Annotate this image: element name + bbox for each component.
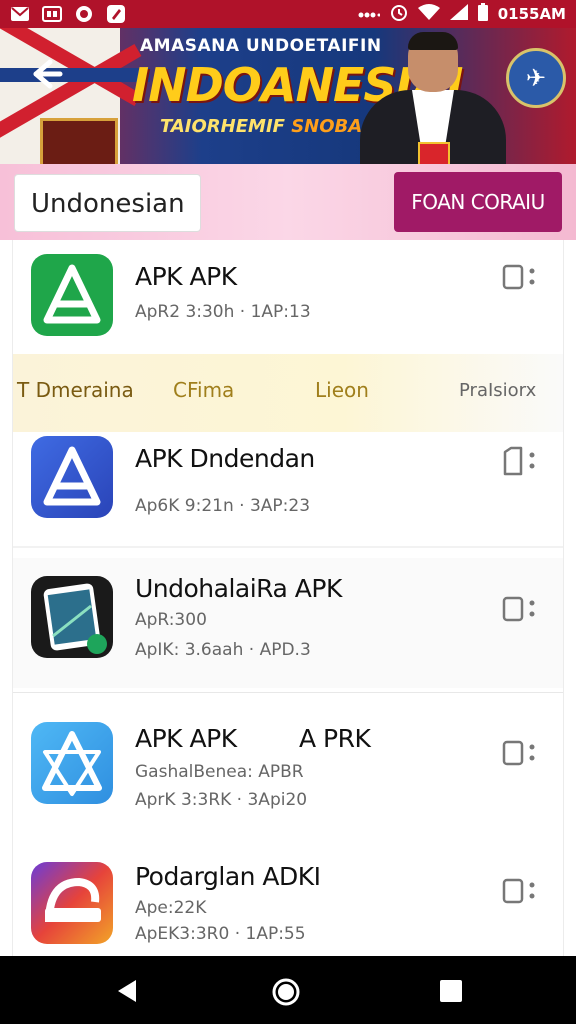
emblem-icon: ✈ [506,48,566,108]
app-meta-secondary: AprK 3:3RK · 3Api20 [135,790,308,810]
navigation-bar [0,956,576,1024]
app-title-extra: A PRK [299,724,371,753]
more-options-icon[interactable] [501,738,541,768]
tab-praisiorx[interactable]: PraIsiorx [459,380,536,401]
more-options-icon[interactable] [501,594,541,624]
battery-icon [477,3,488,25]
tab-lieon[interactable]: Lieon [315,378,369,402]
more-options-icon[interactable] [501,446,541,476]
app-meta: ApR2 3:30h · 1AP:13 [135,302,311,322]
divider [13,692,563,693]
app-list: APK APK ApR2 3:30h · 1AP:13 T Dmeraina C… [12,240,564,956]
status-right-icons: 0155AM [358,3,566,25]
app-meta-secondary: ApIK: 3.6aah · APD.3 [135,640,311,660]
alarm-icon [390,3,408,25]
action-button[interactable]: FOAN CORAIU [394,172,562,232]
tab-cfima[interactable]: CFima [173,378,234,402]
tab-dmeraina[interactable]: T Dmeraina [17,378,134,402]
record-icon [74,5,94,23]
tablet-app-icon [31,576,113,658]
list-item[interactable]: UndohalaiRa APK ApR:300 ApIK: 3.6aah · A… [13,558,563,688]
promo-banner[interactable]: AMASANA UNDOETAIFIN INDOANESIAI TAIORHEM… [0,28,576,164]
list-item[interactable]: APK APK ApR2 3:30h · 1AP:13 [13,240,563,360]
treasure-box-decoration [40,118,118,164]
app-title: UndohalaiRa APK [135,574,342,603]
app-meta-secondary: ApEK3:3R0 · 1AP:55 [135,924,306,944]
app-logo-light-blue-a-icon [31,722,113,804]
app-meta: Ape:22K [135,898,207,918]
wifi-icon [417,4,440,24]
status-bar: 0155AM [0,0,576,28]
search-row: Undonesian FOAN CORAIU [0,164,576,240]
banner-subtitle-a: TAIORHEMIF [160,116,285,137]
divider [13,546,563,548]
gmail-icon [10,5,30,23]
more-options-icon[interactable] [501,876,541,906]
recent-apps-icon[interactable] [438,978,464,1004]
sim-icon [42,5,62,23]
app-title: APK APK [135,724,237,753]
more-options-icon[interactable] [501,262,541,292]
app-meta: ApR:300 [135,610,207,630]
list-item[interactable]: APK Dndendan Ap6K 9:21n · 3AP:23 [13,432,563,552]
banner-top-text: AMASANA UNDOETAIFIN [140,36,382,56]
app-meta: Ap6K 9:21n · 3AP:23 [135,496,311,516]
app-logo-colorful-icon [31,862,113,944]
banner-subtitle: TAIORHEMIF SNOBAS [160,116,375,137]
status-time: 0155AM [497,5,566,23]
list-item[interactable]: APK APK A PRK GashalBenea: APBR AprK 3:3… [13,698,563,828]
cell-signal-icon [449,4,468,24]
edit-icon [106,5,126,23]
back-icon[interactable] [114,978,140,1004]
status-left-icons [10,5,126,23]
app-title: APK APK [135,262,237,291]
app-title: Podarglan ADKI [135,862,321,891]
app-logo-green-a-icon [31,254,113,336]
officer-illustration [356,32,506,164]
list-item[interactable]: Podarglan ADKI Ape:22K ApEK3:3R0 · 1AP:5… [13,836,563,956]
signal-dots-icon [358,6,381,23]
app-title: APK Dndendan [135,444,315,473]
home-icon[interactable] [272,978,300,1006]
language-field[interactable]: Undonesian [14,174,201,232]
back-arrow-icon[interactable] [26,54,66,94]
app-meta: GashalBenea: APBR [135,762,304,782]
app-logo-blue-a-icon [31,436,113,518]
category-tabs: T Dmeraina CFima Lieon PraIsiorx [13,354,563,432]
